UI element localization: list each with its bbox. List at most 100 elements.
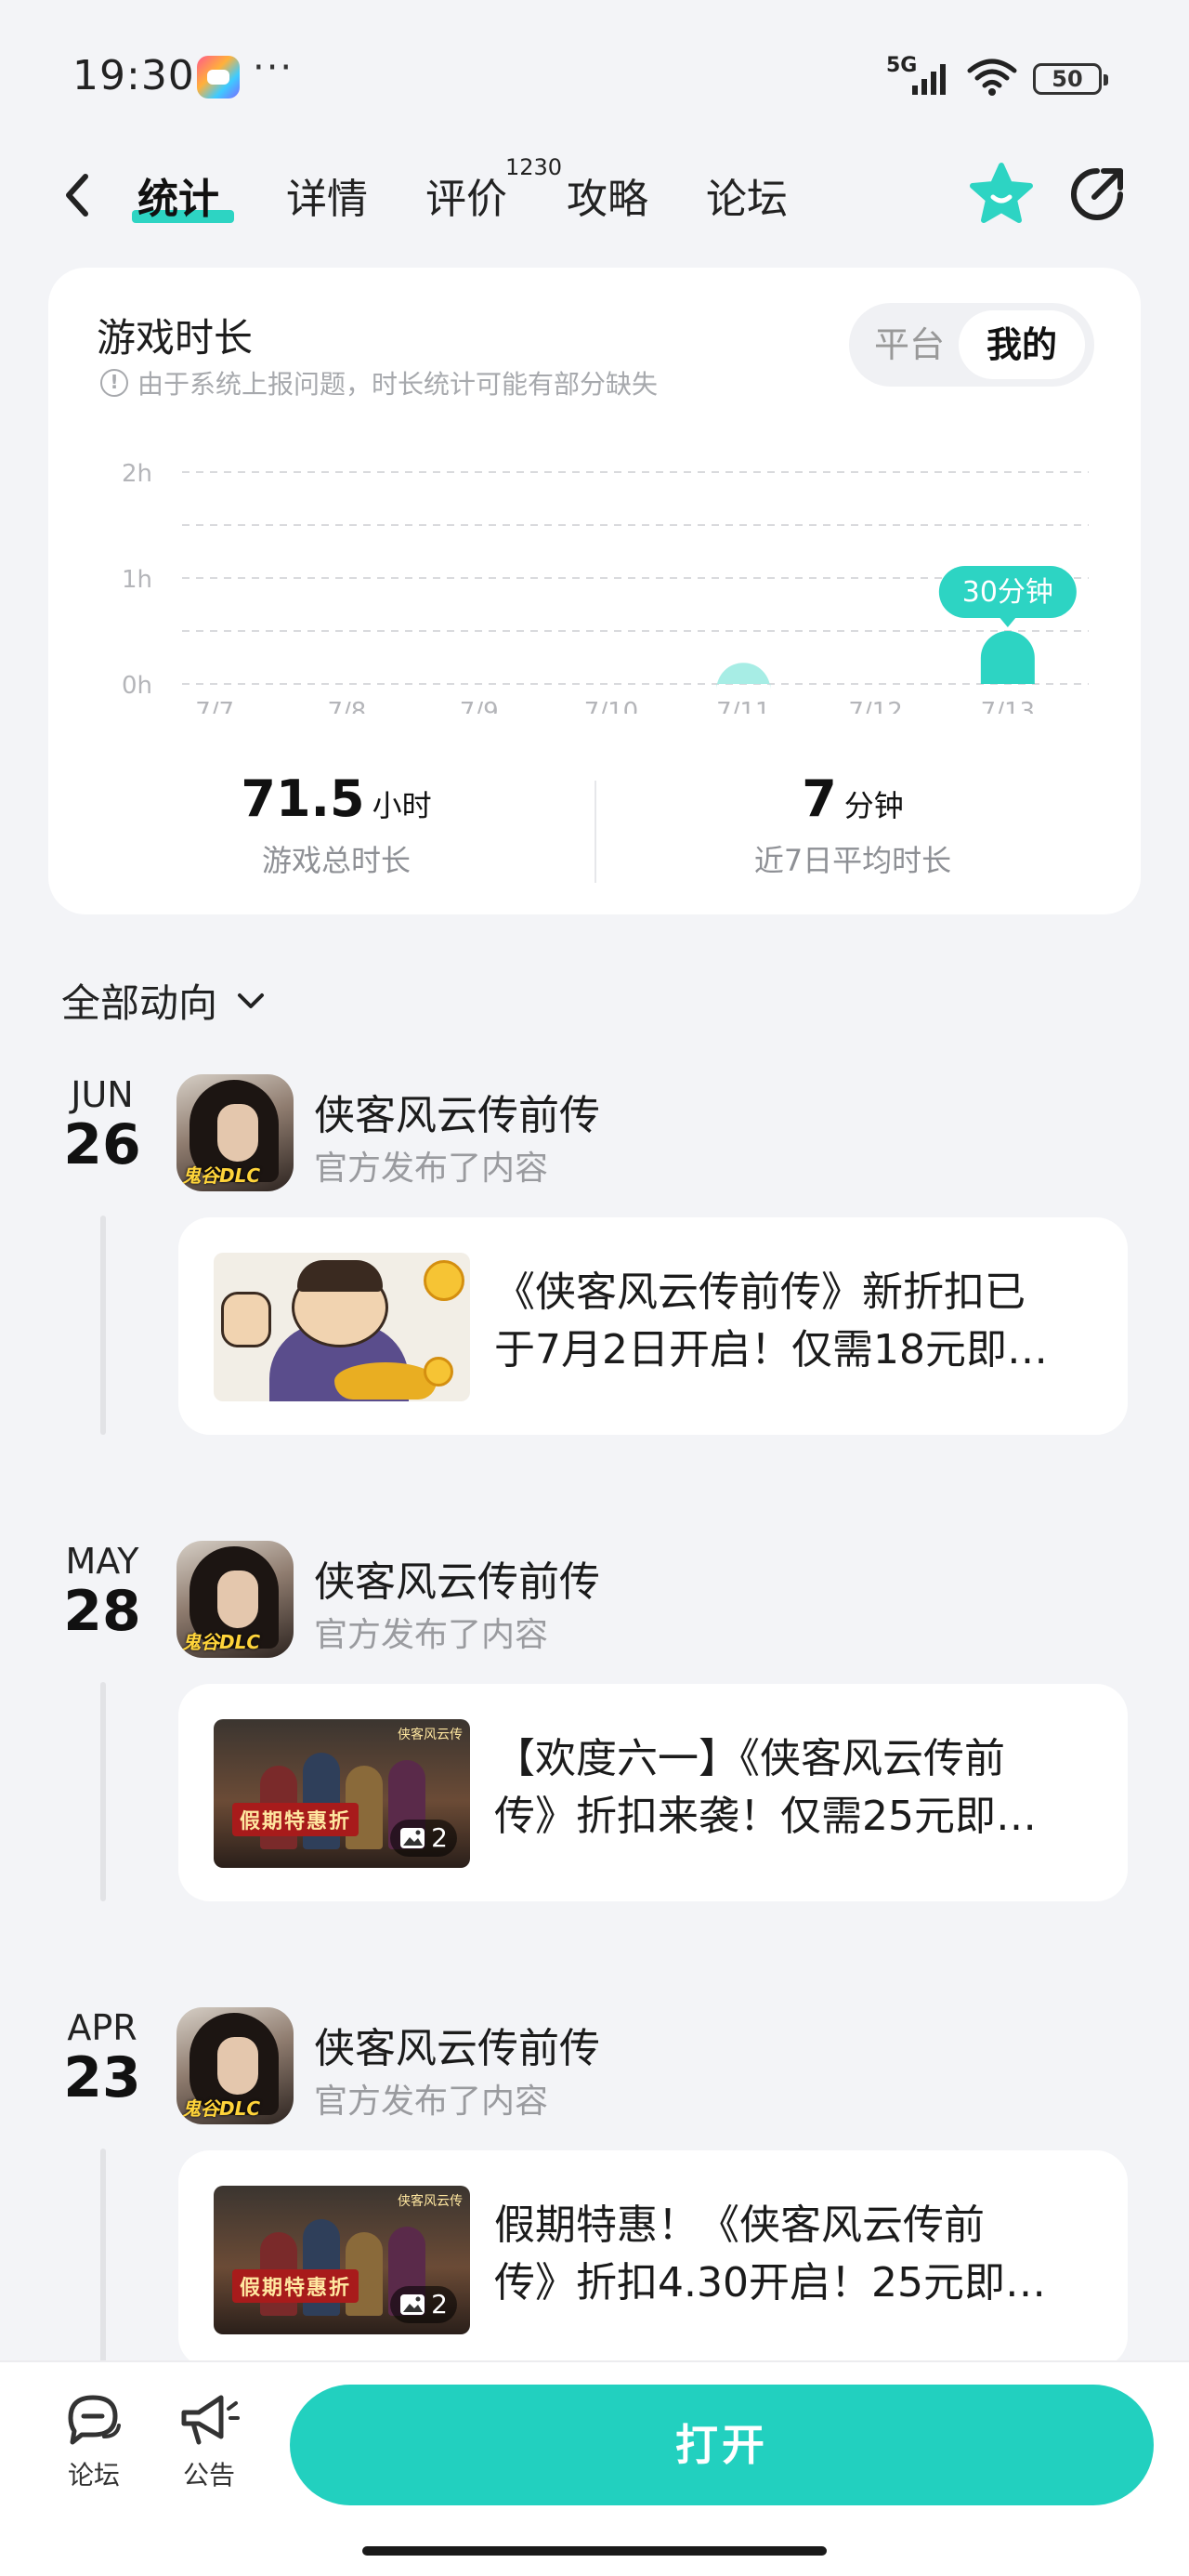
total-playtime-label: 游戏总时长 [261, 843, 411, 878]
post-text-line: 传》折扣来袭！仅需25元即… [494, 1793, 1037, 1840]
avatar-badge: 鬼谷DLC [182, 2097, 261, 2120]
image-count: 2 [431, 2289, 448, 2320]
post-card[interactable]: 《侠客风云传前传》新折扣已 于7月2日开启！仅需18元即… [178, 1217, 1128, 1435]
poster-logo: 侠客风云传 [398, 2194, 463, 2209]
poster-logo: 侠客风云传 [398, 1728, 463, 1742]
data-note: ! 由于系统上报问题，时长统计可能有部分缺失 [100, 364, 658, 401]
average-playtime-value: 7 [802, 769, 837, 828]
share-icon[interactable] [1066, 164, 1128, 225]
info-icon: ! [100, 369, 128, 397]
image-count-badge: 2 [390, 1820, 457, 1857]
activity-filter-dropdown[interactable]: 全部动向 [61, 972, 268, 1029]
annotation-pointer [998, 616, 1017, 627]
total-playtime: 71.5 小时 游戏总时长 [76, 769, 596, 880]
tab-stats[interactable]: 统计 [137, 165, 219, 225]
post-thumbnail [214, 1253, 470, 1401]
timeline-line [100, 2149, 106, 2368]
more-notifications-icon: ··· [253, 46, 294, 89]
feed-item: APR 23 鬼谷DLC 侠客风云传前传 官方发布了内容 侠客风云传 假期特惠折… [0, 2007, 1189, 2416]
tab-reviews[interactable]: 评价 [425, 165, 507, 225]
tab-details[interactable]: 详情 [286, 165, 368, 225]
x-tick-label: 7/11 [716, 698, 770, 714]
feed-item: JUN 26 鬼谷DLC 侠客风云传前传 官方发布了内容 《侠客风云传前传》新折… [0, 1074, 1189, 1483]
poster-banner: 假期特惠折 [232, 2269, 359, 2303]
chevron-down-icon [238, 992, 265, 1008]
x-tick-label: 7/10 [584, 698, 638, 714]
post-month: JUN [71, 1074, 134, 1115]
stats-summary: 71.5 小时 游戏总时长 7 分钟 近7日平均时长 [48, 769, 1141, 900]
feed-subtitle: 官方发布了内容 [314, 2083, 549, 2121]
notice-button[interactable]: 公告 [167, 2390, 251, 2492]
image-icon [400, 2294, 425, 2315]
post-text-line: 《侠客风云传前传》新折扣已 [494, 1268, 1026, 1316]
poster-banner: 假期特惠折 [232, 1803, 359, 1836]
post-date: APR 23 [37, 2007, 167, 2108]
x-tick-label: 7/9 [460, 698, 499, 714]
status-bar: 19:30 ··· 5G 50 [0, 0, 1189, 139]
reviews-count-badge: 1230 [505, 154, 563, 180]
game-name[interactable]: 侠客风云传前传 [314, 1548, 600, 1608]
megaphone-icon [181, 2395, 240, 2445]
top-navigation: 统计 详情 评价 1230 攻略 论坛 [0, 149, 1189, 242]
game-avatar[interactable]: 鬼谷DLC [176, 2007, 294, 2124]
post-card[interactable]: 侠客风云传 假期特惠折 2 假期特惠！《侠客风云传前 传》折扣4.30开启！25… [178, 2150, 1128, 2368]
tab-forum[interactable]: 论坛 [706, 165, 788, 225]
avatar-badge: 鬼谷DLC [182, 1631, 261, 1653]
total-playtime-value: 71.5 [241, 769, 365, 828]
chart-bar [716, 663, 771, 690]
post-date: MAY 28 [37, 1541, 167, 1641]
post-thumbnail: 侠客风云传 假期特惠折 2 [214, 2186, 470, 2334]
post-text: 【欢度六一】《侠客风云传前 传》折扣来袭！仅需25元即… [494, 1730, 1098, 1846]
post-month: MAY [65, 1541, 139, 1582]
x-tick-label: 7/13 [981, 698, 1035, 714]
battery-icon: 50 [1033, 63, 1108, 95]
toggle-platform[interactable]: 平台 [858, 310, 960, 379]
y-tick-label: 1h [122, 566, 152, 594]
forum-button[interactable]: 论坛 [52, 2390, 136, 2492]
image-count-badge: 2 [390, 2286, 457, 2323]
avatar-badge: 鬼谷DLC [182, 1164, 261, 1187]
y-tick-label: 0h [122, 672, 152, 700]
note-text: 由于系统上报问题，时长统计可能有部分缺失 [137, 369, 659, 400]
favorite-icon[interactable] [966, 160, 1037, 230]
card-title: 游戏时长 [97, 315, 254, 361]
y-tick-label: 2h [122, 460, 152, 488]
post-day: 28 [63, 1579, 141, 1644]
average-playtime-unit: 分钟 [843, 788, 904, 823]
post-text-line: 于7月2日开启！仅需18元即… [494, 1326, 1048, 1373]
x-tick-label: 7/7 [195, 698, 234, 714]
game-avatar[interactable]: 鬼谷DLC [176, 1074, 294, 1191]
post-text-line: 假期特惠！《侠客风云传前 [494, 2201, 985, 2249]
total-playtime-unit: 小时 [372, 788, 432, 823]
post-card[interactable]: 侠客风云传 假期特惠折 2 【欢度六一】《侠客风云传前 传》折扣来袭！仅需25元… [178, 1684, 1128, 1901]
feed-item: MAY 28 鬼谷DLC 侠客风云传前传 官方发布了内容 侠客风云传 假期特惠折… [0, 1541, 1189, 1950]
x-tick-label: 7/12 [848, 698, 902, 714]
feed-subtitle: 官方发布了内容 [314, 1616, 549, 1654]
game-name[interactable]: 侠客风云传前传 [314, 1082, 600, 1141]
game-avatar[interactable]: 鬼谷DLC [176, 1541, 294, 1658]
post-day: 26 [63, 1112, 141, 1177]
notice-label: 公告 [182, 2460, 235, 2491]
image-count: 2 [431, 1822, 448, 1853]
post-text: 假期特惠！《侠客风云传前 传》折扣4.30开启！25元即… [494, 2197, 1098, 2312]
tab-guides[interactable]: 攻略 [567, 165, 648, 225]
toggle-mine[interactable]: 我的 [959, 310, 1085, 379]
status-time: 19:30 [72, 52, 195, 99]
game-name[interactable]: 侠客风云传前传 [314, 2015, 600, 2074]
open-game-button[interactable]: 打开 [290, 2385, 1154, 2505]
bottom-action-bar: 论坛 公告 打开 [0, 2360, 1189, 2576]
playtime-stats-card: 游戏时长 ! 由于系统上报问题，时长统计可能有部分缺失 平台 我的 0h 1h 2h… [48, 268, 1141, 914]
back-icon[interactable] [59, 167, 97, 223]
source-toggle: 平台 我的 [849, 303, 1094, 387]
home-indicator [362, 2546, 827, 2556]
post-thumbnail: 侠客风云传 假期特惠折 2 [214, 1719, 470, 1868]
timeline-line [100, 1216, 106, 1435]
image-icon [400, 1828, 425, 1848]
x-tick-label: 7/8 [328, 698, 367, 714]
feed-subtitle: 官方发布了内容 [314, 1150, 549, 1188]
filter-label: 全部动向 [61, 980, 218, 1026]
post-text: 《侠客风云传前传》新折扣已 于7月2日开启！仅需18元即… [494, 1264, 1098, 1379]
post-date: JUN 26 [37, 1074, 167, 1175]
post-day: 23 [63, 2045, 141, 2110]
average-playtime-label: 近7日平均时长 [753, 843, 952, 878]
